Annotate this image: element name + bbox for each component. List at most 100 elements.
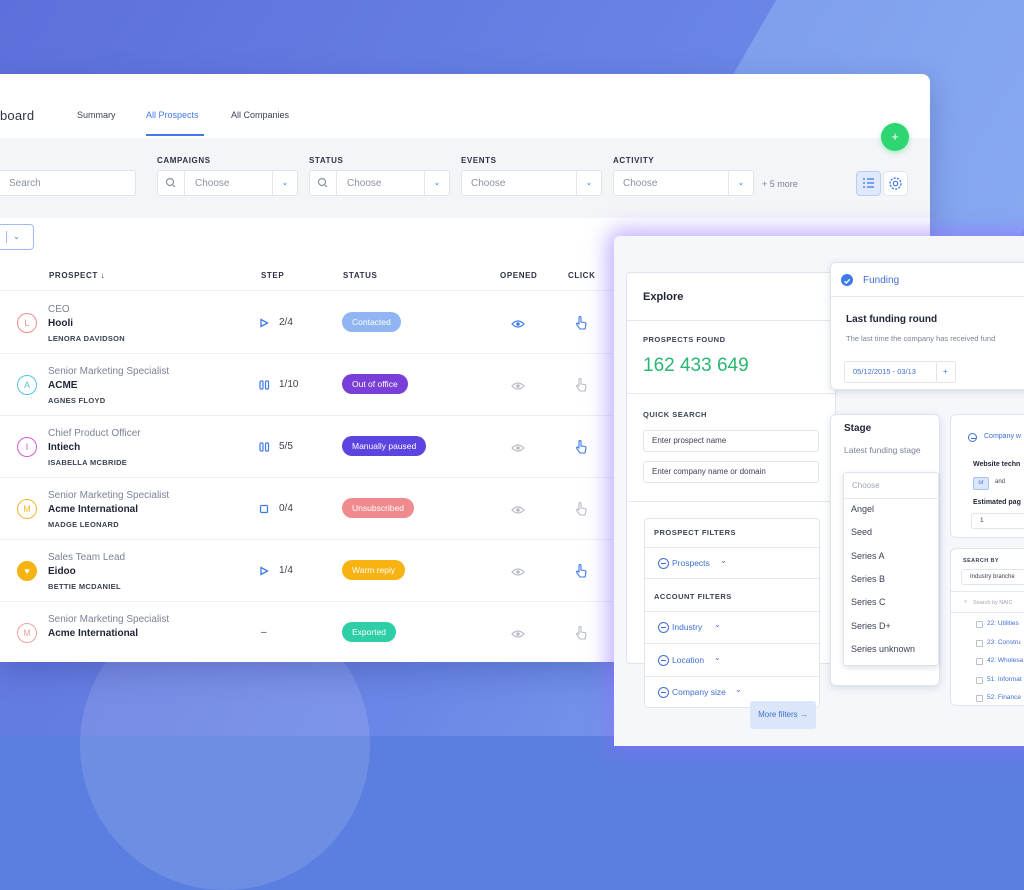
prospect-name-input[interactable]: Enter prospect name (643, 430, 819, 452)
or-toggle[interactable]: or (973, 477, 989, 490)
chevron-down-icon[interactable]: ⌄ (576, 171, 601, 195)
collapse-icon[interactable] (658, 558, 669, 569)
cursor-click-icon[interactable] (574, 315, 588, 336)
checkbox[interactable] (976, 621, 983, 628)
stage-option[interactable]: Series B (851, 574, 885, 584)
chevron-down-icon[interactable]: ⌄ (424, 171, 449, 195)
stage-option[interactable]: Series C (851, 597, 886, 607)
checkbox[interactable] (976, 695, 983, 702)
play-icon (259, 318, 269, 331)
prospect-filters-label: PROSPECT FILTERS (654, 528, 737, 537)
naics-item[interactable]: 22: Utilities (987, 620, 1019, 627)
more-filters-link[interactable]: + 5 more (762, 179, 798, 189)
checkbox[interactable] (976, 639, 983, 647)
stage-dropdown: Choose (843, 472, 940, 666)
location-filter[interactable]: Location (672, 655, 704, 665)
naics-item[interactable]: 23: Constru (987, 639, 1021, 646)
page-title: board (0, 108, 35, 123)
company-filter-label[interactable]: Company w (984, 433, 1021, 440)
top-bar: board Summary All Prospects All Companie… (0, 74, 930, 139)
chevron-down-icon[interactable]: ⌄ (714, 620, 721, 629)
avatar: L (17, 313, 37, 333)
naics-item[interactable]: 51: Informat (987, 676, 1022, 683)
status-badge[interactable]: Contacted (342, 312, 401, 332)
eye-icon[interactable] (511, 440, 525, 458)
status-label: STATUS (309, 156, 344, 165)
prospect-name: ISABELLA MCBRIDE (48, 458, 128, 467)
and-toggle[interactable]: and (995, 479, 1005, 485)
list-view-button[interactable] (856, 171, 881, 196)
prospects-filter[interactable]: Prospects (672, 558, 710, 568)
events-select[interactable]: Choose ⌄ (461, 170, 602, 196)
eye-icon[interactable] (511, 502, 525, 520)
chevron-down-icon[interactable]: ⌄ (720, 556, 727, 565)
company-size-filter[interactable]: Company size (672, 687, 726, 697)
collapse-icon[interactable] (658, 622, 669, 633)
tab-summary[interactable]: Summary (77, 110, 116, 120)
status-badge[interactable]: Manually paused (342, 436, 427, 456)
cursor-click-icon[interactable] (574, 377, 588, 398)
chevron-down-icon[interactable]: ⌄ (735, 685, 742, 694)
chevron-down-icon[interactable]: ⌄ (272, 171, 297, 195)
eye-icon[interactable] (511, 378, 525, 396)
settings-button[interactable] (883, 171, 908, 196)
tab-all-companies[interactable]: All Companies (231, 110, 289, 120)
funding-description: The last time the company has received f… (846, 334, 996, 343)
prospect-title: Senior Marketing Specialist (48, 490, 170, 501)
chevron-down-icon[interactable]: ⌄ (714, 653, 721, 662)
checkbox[interactable] (976, 676, 983, 684)
add-button[interactable]: + (881, 123, 909, 151)
cursor-click-icon[interactable] (574, 625, 588, 646)
col-prospect[interactable]: PROSPECT ↓ (49, 271, 105, 280)
stage-option[interactable]: Seed (851, 527, 872, 537)
eye-icon[interactable] (511, 626, 525, 644)
estimated-pages-input[interactable]: 1 (971, 513, 1024, 529)
stage-option[interactable]: Series unknown (851, 644, 915, 654)
activity-select[interactable]: Choose ⌄ (613, 170, 754, 196)
company-name-input[interactable]: Enter company name or domain (643, 461, 819, 483)
step-progress: 1/10 (279, 379, 299, 390)
eye-icon[interactable] (511, 564, 525, 582)
search-icon (158, 171, 185, 195)
funding-card: Funding Last funding round The last time… (830, 262, 1024, 390)
industry-filter[interactable]: Industry (672, 622, 702, 632)
filters-card: PROSPECT FILTERS ACCOUNT FILTERS (644, 518, 821, 708)
eye-icon[interactable] (511, 316, 525, 334)
status-select[interactable]: Choose ⌄ (309, 170, 450, 196)
play-icon (259, 566, 269, 579)
search-input[interactable]: Search (0, 170, 136, 196)
more-filters-button[interactable]: More filters → (750, 701, 816, 729)
campaigns-select[interactable]: Choose ⌄ (157, 170, 298, 196)
cursor-click-icon[interactable] (574, 501, 588, 522)
company-card: Company w Website techn or and Estimated… (950, 414, 1024, 538)
chevron-down-icon[interactable]: ⌄ (728, 171, 753, 195)
naics-search-input[interactable]: Search by NAIC (973, 600, 1012, 606)
collapse-icon[interactable] (658, 687, 669, 698)
stage-option[interactable]: Series D+ (851, 621, 891, 631)
col-opened: OPENED (500, 271, 538, 280)
prospects-found-value: 162 433 649 (643, 355, 749, 376)
prospects-found-label: PROSPECTS FOUND (643, 335, 726, 344)
checkbox[interactable] (976, 658, 983, 665)
stage-option[interactable]: Series A (851, 551, 885, 561)
cursor-click-icon[interactable] (574, 439, 588, 460)
naics-item[interactable]: 42: Wholesa (987, 657, 1023, 664)
account-filters-label: ACCOUNT FILTERS (654, 592, 732, 601)
cursor-click-icon[interactable] (574, 563, 588, 584)
industry-select[interactable]: Industry branche (961, 569, 1024, 585)
add-range-button[interactable]: + (936, 361, 956, 383)
funding-date-range[interactable]: 05/12/2015 - 03/13 (844, 361, 938, 383)
divider (844, 498, 940, 499)
status-badge[interactable]: Warm reply (342, 560, 406, 580)
status-badge[interactable]: Unsubscribed (342, 498, 414, 518)
stage-option[interactable]: Angel (851, 504, 874, 514)
bulk-select-dropdown[interactable]: ⌄ (0, 224, 34, 250)
collapse-icon[interactable] (968, 433, 977, 442)
tab-all-prospects[interactable]: All Prospects (146, 110, 199, 120)
stage-choose[interactable]: Choose (852, 481, 880, 490)
status-badge[interactable]: Out of office (342, 374, 408, 394)
status-badge[interactable]: Exported (342, 622, 397, 642)
naics-item[interactable]: 52: Finance (987, 694, 1021, 701)
collapse-icon[interactable] (658, 655, 669, 666)
avatar: ♥ (17, 561, 37, 581)
